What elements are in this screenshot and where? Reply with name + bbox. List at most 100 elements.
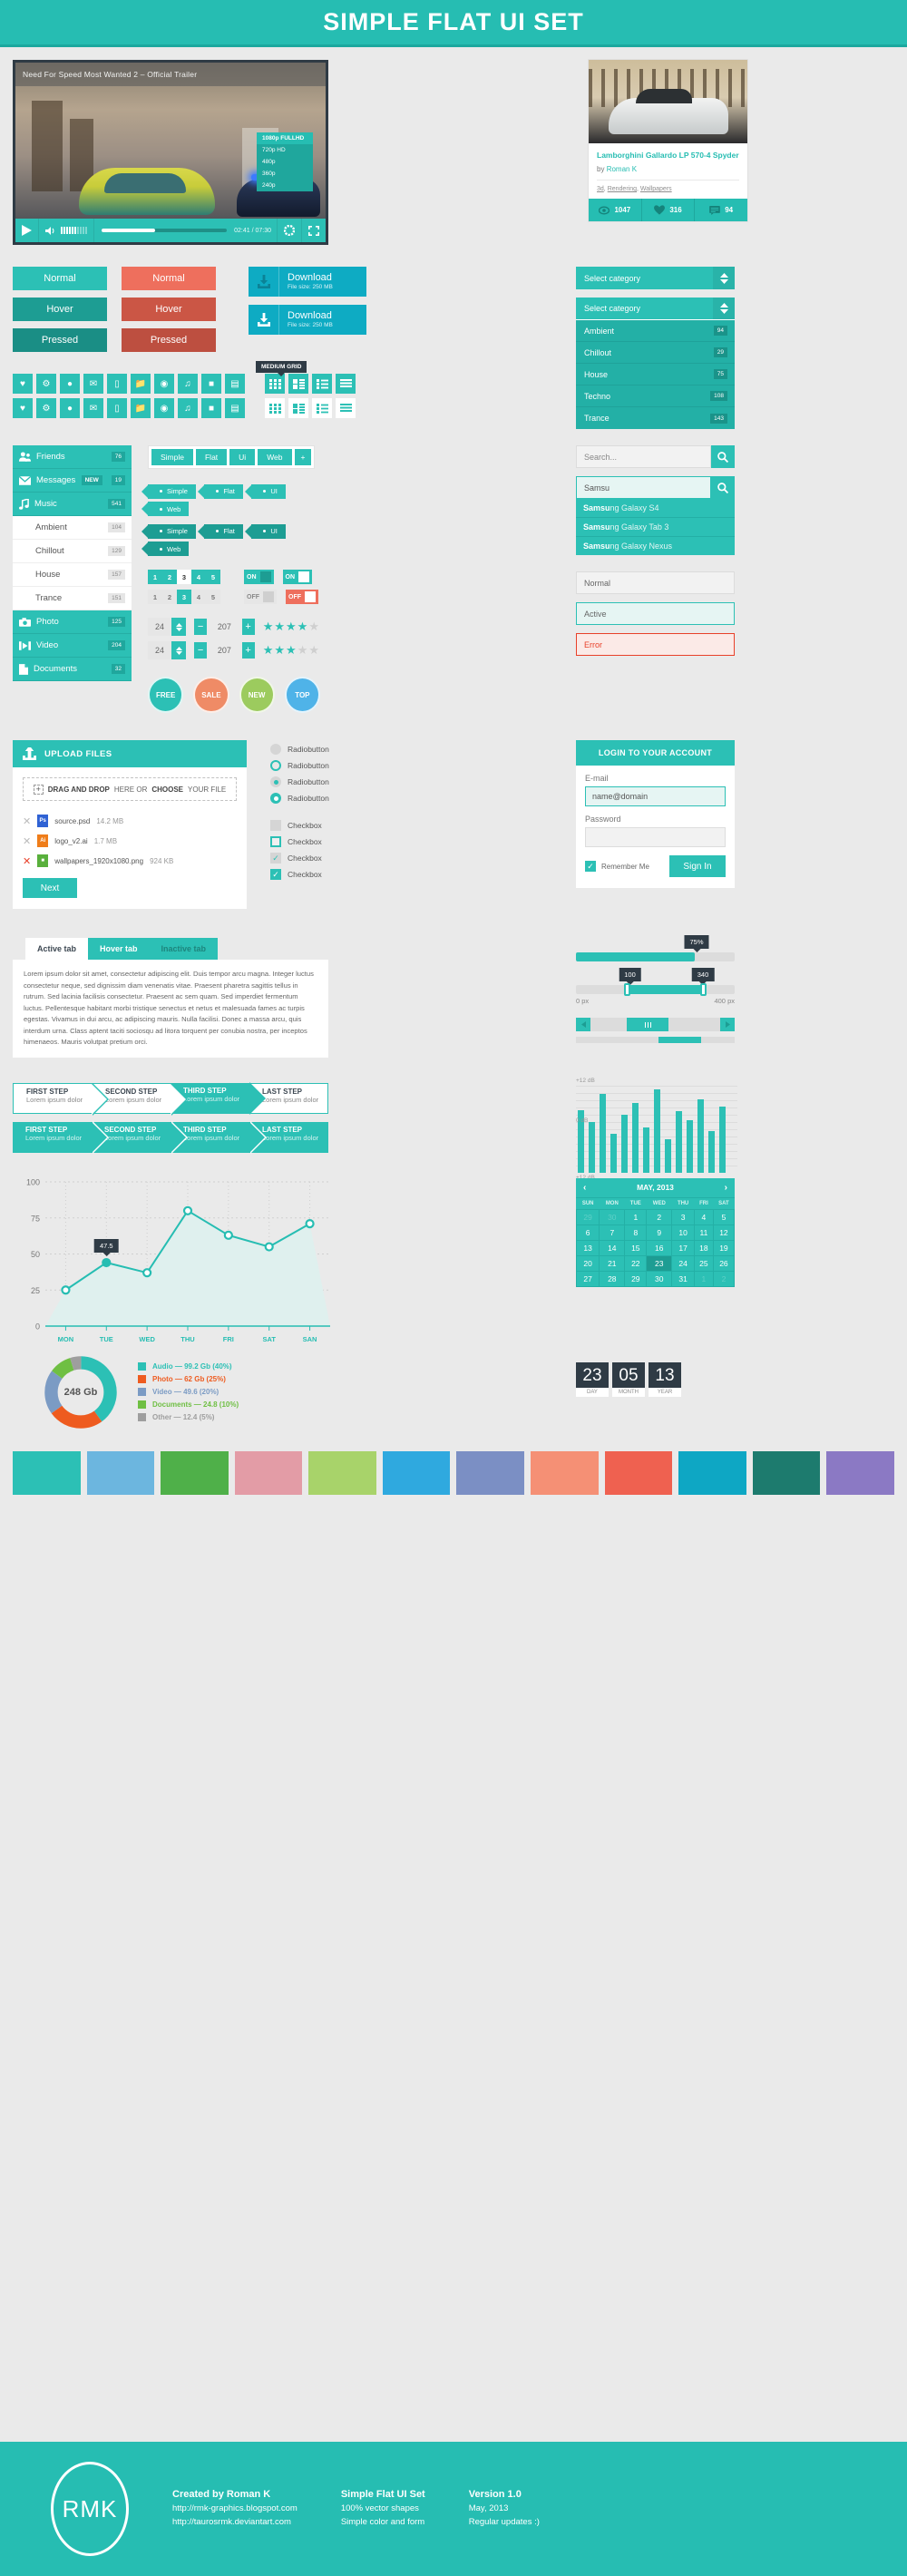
lines-icon[interactable]: [336, 374, 356, 394]
calendar-day[interactable]: 2: [646, 1208, 673, 1225]
quality-option-0[interactable]: 1080p FULLHD: [257, 132, 313, 144]
card-icon[interactable]: ▯: [107, 374, 127, 394]
button-teal-pressed[interactable]: Pressed: [13, 328, 107, 352]
video-screen[interactable]: Need For Speed Most Wanted 2 – Official …: [15, 63, 326, 219]
calendar-day[interactable]: 24: [671, 1254, 695, 1272]
button-teal-hover[interactable]: Hover: [13, 298, 107, 321]
photo-card[interactable]: Lamborghini Gallardo LP 570-4 Spyder by …: [589, 60, 747, 221]
ribbon-web-active[interactable]: Web: [141, 542, 190, 556]
mail-icon[interactable]: ✉: [83, 374, 103, 394]
segmented-control[interactable]: Simple Flat Ui Web +: [148, 445, 316, 469]
button-red-pressed[interactable]: Pressed: [122, 328, 216, 352]
calendar-day[interactable]: 16: [646, 1239, 673, 1256]
input-error[interactable]: Error: [576, 633, 735, 656]
search-box[interactable]: Search...: [576, 445, 735, 468]
sidebar-item-documents[interactable]: Documents 32: [13, 658, 132, 681]
color-swatch[interactable]: [382, 1450, 451, 1495]
radio-normal[interactable]: Radiobutton: [270, 744, 329, 755]
mail-icon[interactable]: ✉: [83, 398, 103, 418]
tab-active[interactable]: Active tab: [25, 938, 89, 960]
color-swatch[interactable]: [531, 1450, 599, 1495]
calendar-day[interactable]: 18: [693, 1239, 714, 1256]
card-title[interactable]: Lamborghini Gallardo LP 570-4 Spyder: [597, 151, 739, 160]
calendar[interactable]: ‹ MAY, 2013 › SUN MON TUE WED THU FRI SAT 29 30…: [575, 1177, 736, 1287]
page-5[interactable]: 5: [206, 570, 220, 584]
list-icon[interactable]: [312, 398, 332, 418]
ribbon-ui-active[interactable]: UI: [245, 523, 286, 539]
segment-web[interactable]: Web: [258, 449, 292, 465]
decrement-button[interactable]: −: [194, 642, 208, 659]
calendar-day[interactable]: 3: [671, 1208, 695, 1225]
download-button-2[interactable]: Download File size: 250 MB: [249, 305, 366, 335]
calendar-day[interactable]: 1: [624, 1208, 648, 1225]
increment-button[interactable]: +: [241, 619, 255, 635]
pagination-grey[interactable]: 1 2 3 4 5: [148, 590, 220, 604]
pagination-teal[interactable]: 1 2 3 4 5: [148, 570, 220, 584]
color-swatch[interactable]: [86, 1450, 155, 1495]
play-button[interactable]: [15, 219, 39, 242]
toggle-on[interactable]: ON: [244, 570, 274, 584]
password-field[interactable]: [585, 827, 726, 847]
heart-icon[interactable]: ♥: [13, 398, 33, 418]
decrement-button[interactable]: −: [194, 619, 208, 635]
footer-link-1[interactable]: http://rmk-graphics.blogspot.com: [172, 2503, 297, 2515]
stamp-new[interactable]: NEW: [239, 677, 275, 713]
next-button[interactable]: Next: [23, 878, 77, 898]
autocomplete-input[interactable]: Samsu: [576, 476, 711, 499]
range-knob-high[interactable]: [699, 983, 707, 996]
page-3-current[interactable]: 3: [177, 590, 191, 604]
remove-file-icon[interactable]: ✕: [23, 815, 31, 827]
camera-icon[interactable]: ◉: [154, 374, 174, 394]
music-icon[interactable]: ♫: [178, 374, 198, 394]
calendar-day[interactable]: 25: [693, 1254, 714, 1272]
calendar-day[interactable]: 15: [624, 1239, 648, 1256]
toggle-off[interactable]: OFF: [244, 590, 277, 604]
ribbon-ui[interactable]: UI: [245, 483, 286, 499]
color-swatch[interactable]: [678, 1450, 746, 1495]
step-first-active[interactable]: FIRST STEP Lorem ipsum dolor: [13, 1120, 109, 1154]
stamp-top[interactable]: TOP: [284, 677, 320, 713]
camera-icon[interactable]: ◉: [154, 398, 174, 418]
footer-link-2[interactable]: http://taurosrmk.deviantart.com: [172, 2516, 297, 2529]
calendar-day[interactable]: 27: [575, 1270, 600, 1287]
quality-option-2[interactable]: 480p: [257, 156, 313, 168]
pin-icon[interactable]: ●: [60, 374, 80, 394]
calendar-day[interactable]: 20: [575, 1254, 600, 1272]
tab-inactive[interactable]: Inactive tab: [149, 938, 219, 960]
grid-medium-icon[interactable]: [288, 398, 308, 418]
grid-small-icon[interactable]: [265, 374, 285, 394]
search-input[interactable]: Search...: [576, 445, 711, 468]
calendar-day[interactable]: 7: [599, 1224, 626, 1241]
toggle-on-alt[interactable]: ON: [282, 570, 312, 584]
settings-button[interactable]: [277, 219, 301, 242]
sidebar-item-house[interactable]: House 157: [13, 563, 132, 587]
page-4[interactable]: 4: [191, 570, 206, 584]
ribbon-simple[interactable]: Simple: [141, 483, 196, 499]
music-icon[interactable]: ♫: [178, 398, 198, 418]
scrollbar[interactable]: [576, 1018, 735, 1031]
card-tag-0[interactable]: 3d: [597, 186, 604, 192]
stepper-arrows-icon[interactable]: [171, 618, 186, 636]
pin-icon[interactable]: ●: [60, 398, 80, 418]
sign-in-button[interactable]: Sign In: [669, 855, 726, 877]
grid-small-icon[interactable]: [265, 398, 285, 418]
radio-checked-grey[interactable]: Radiobutton: [270, 776, 329, 787]
radio-checked-teal[interactable]: Radiobutton: [270, 793, 329, 804]
page-2[interactable]: 2: [162, 590, 177, 604]
calendar-day[interactable]: 22: [624, 1254, 648, 1272]
select-option-chillout[interactable]: Chillout 29: [576, 342, 735, 364]
remove-file-icon[interactable]: ✕: [23, 835, 31, 847]
sidebar-item-video[interactable]: Video 204: [13, 634, 132, 658]
scroll-thumb[interactable]: [658, 1037, 702, 1043]
card-author[interactable]: Roman K: [607, 165, 637, 173]
select-arrows-icon[interactable]: [713, 267, 735, 289]
page-1[interactable]: 1: [148, 590, 162, 604]
calendar-day[interactable]: 23: [646, 1254, 673, 1272]
calendar-day[interactable]: 17: [671, 1239, 695, 1256]
calendar-day[interactable]: 31: [671, 1270, 695, 1287]
calendar-day[interactable]: 30: [646, 1270, 673, 1287]
checkbox-normal[interactable]: Checkbox: [270, 820, 329, 831]
chat-icon[interactable]: ■: [201, 374, 221, 394]
quality-option-3[interactable]: 360p: [257, 168, 313, 180]
segment-flat[interactable]: Flat: [195, 449, 228, 465]
